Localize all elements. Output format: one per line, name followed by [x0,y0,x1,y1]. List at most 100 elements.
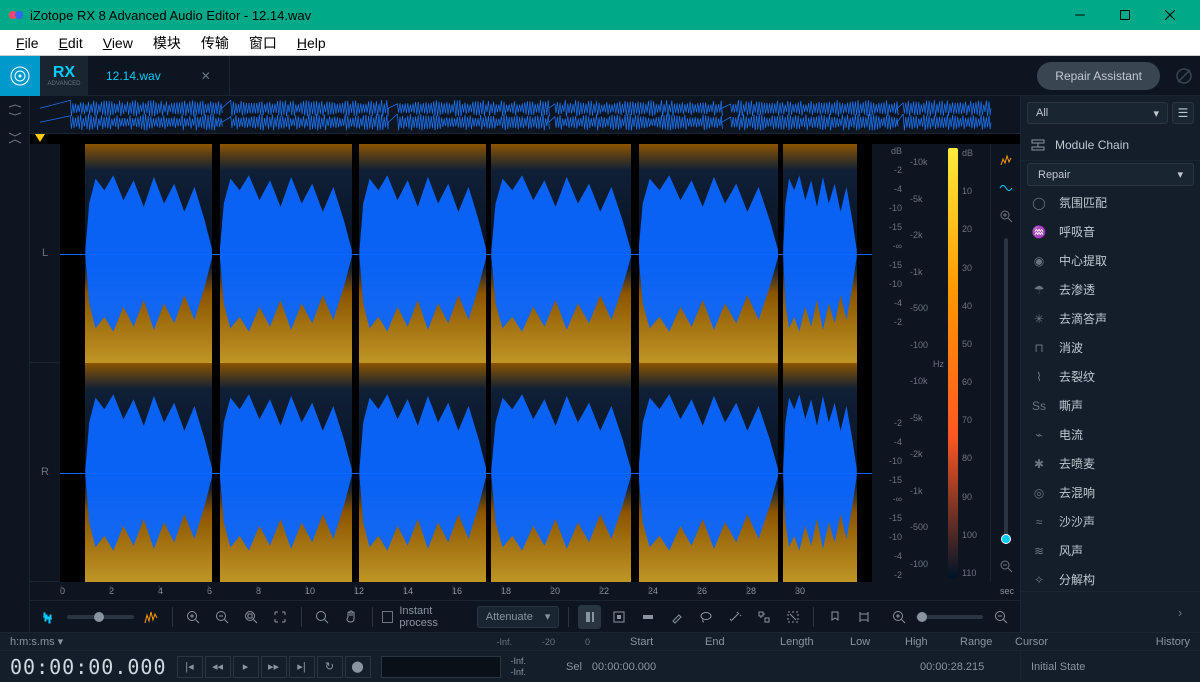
module-more-row: › [1021,591,1200,632]
instant-process-checkbox[interactable] [382,611,394,623]
module-item[interactable]: ♒ 呼吸音 [1021,217,1200,246]
zoom-fit-icon[interactable] [269,605,292,629]
colorbar [948,148,958,578]
find-similar-icon[interactable] [752,605,775,629]
chevron-right-icon[interactable]: › [1168,600,1192,624]
module-item[interactable]: ≋风声 [1021,536,1200,565]
hand-tool-icon[interactable] [340,605,363,629]
zoom-out-icon[interactable] [211,605,234,629]
module-icon: ⌁ [1031,427,1047,443]
sel-start-value: 00:00:00.000 [592,661,682,673]
spectrogram-canvas[interactable] [60,144,872,582]
menu-help[interactable]: Help [287,33,336,53]
maximize-button[interactable] [1102,0,1147,30]
marker-icon[interactable] [823,605,846,629]
marker-row[interactable] [30,134,1020,144]
module-label: 嘶声 [1059,397,1083,414]
forward-button[interactable]: ▸▸ [261,656,287,678]
zoom-tool-icon[interactable] [311,605,334,629]
module-item[interactable]: ☂去渗透 [1021,275,1200,304]
wave-mode-icon[interactable] [996,178,1016,198]
menu-传输[interactable]: 传输 [191,31,239,55]
channel-label-r[interactable]: R [30,363,60,582]
record-button[interactable]: ⬤ [345,656,371,678]
chevron-down-icon: ▾ [1153,107,1159,120]
module-item[interactable]: ✧分解构 [1021,565,1200,591]
module-icon: Ss [1031,398,1047,414]
repair-assistant-button[interactable]: Repair Assistant [1037,62,1160,90]
brush-tool-icon[interactable] [665,605,688,629]
left-gutter [0,96,30,632]
module-item[interactable]: Ss 嘶声 [1021,391,1200,420]
zoom-selection-icon[interactable] [240,605,263,629]
vertical-zoom-slider[interactable] [1004,238,1008,544]
forward-end-button[interactable]: ▸| [289,656,315,678]
meter-readout-right: -Inf. [511,667,527,677]
module-icon: ☂ [1031,282,1047,298]
spectrogram-view-icon[interactable] [140,605,163,629]
deselect-icon[interactable] [781,605,804,629]
file-tab[interactable]: 12.14.wav ✕ [88,56,230,96]
time-format-dropdown[interactable]: h:m:s.ms ▾ [10,635,63,648]
toolbar: Instant process Attenuate ▾ [30,600,1020,632]
overview-waveform[interactable] [30,96,1020,134]
module-item[interactable]: ⌁电流 [1021,420,1200,449]
module-label: 呼吸音 [1059,223,1095,240]
waveform-view-icon[interactable] [38,605,61,629]
spectro-mode-icon[interactable] [996,150,1016,170]
menu-view[interactable]: View [93,33,143,53]
tf-select-tool-icon[interactable] [607,605,630,629]
play-button[interactable]: ▸ [233,656,259,678]
module-item[interactable]: ✱去喷麦 [1021,449,1200,478]
module-menu-icon[interactable]: ☰ [1172,102,1194,124]
rewind-button[interactable]: ◂◂ [205,656,231,678]
level-meter [381,656,501,678]
channel-labels: LR [30,144,60,582]
playhead-marker-icon[interactable] [35,134,45,142]
region-icon[interactable] [852,605,875,629]
time-ruler[interactable]: 024681012141618202224262830sec [30,582,1020,600]
spectrogram-area: LR dB-2-4-10-15-∞-15-10-4-2-2-4-10-15-∞-… [30,144,1020,582]
view-blend-slider[interactable] [67,615,134,619]
module-filter-dropdown[interactable]: All ▾ [1027,102,1168,124]
minimize-button[interactable] [1057,0,1102,30]
zoom-in-vert-icon[interactable] [996,206,1016,226]
history-panel: Initial State [1020,651,1190,682]
lasso-tool-icon[interactable] [694,605,717,629]
module-item[interactable]: ⊓消波 [1021,333,1200,362]
assistant-off-icon[interactable] [1168,66,1200,86]
menu-file[interactable]: File [6,33,49,53]
zoom-out-h-icon[interactable] [989,605,1012,629]
chevron-down-icon: ▾ [1177,168,1183,181]
history-initial-state[interactable]: Initial State [1031,661,1180,673]
zoom-out-vert-icon[interactable] [996,556,1016,576]
module-item[interactable]: ◉中心提取 [1021,246,1200,275]
module-item[interactable]: ✳去滴答声 [1021,304,1200,333]
zoom-h-slider[interactable] [916,615,983,619]
channel-link-icon[interactable] [0,96,29,124]
module-icon: ♒ [1031,224,1047,240]
freq-select-tool-icon[interactable] [636,605,659,629]
process-mode-dropdown[interactable]: Attenuate ▾ [477,606,560,628]
time-select-tool-icon[interactable] [578,605,601,629]
zoom-in-icon[interactable] [182,605,205,629]
module-category-dropdown[interactable]: Repair ▾ [1027,163,1194,186]
module-chain-header[interactable]: Module Chain [1021,130,1200,161]
module-item[interactable]: ≈沙沙声 [1021,507,1200,536]
module-icon: ✱ [1031,456,1047,472]
menu-模块[interactable]: 模块 [143,31,191,55]
channel-collapse-icon[interactable] [0,124,29,152]
module-item[interactable]: ◯氛围匹配 [1021,188,1200,217]
module-item[interactable]: ◎去混响 [1021,478,1200,507]
module-item[interactable]: ⌇去裂纹 [1021,362,1200,391]
menu-窗口[interactable]: 窗口 [239,31,287,55]
menu-edit[interactable]: Edit [49,33,93,53]
zoom-in-h-icon[interactable] [887,605,910,629]
wand-tool-icon[interactable] [723,605,746,629]
module-icon: ⊓ [1031,340,1047,356]
close-tab-icon[interactable]: ✕ [201,69,211,83]
rewind-start-button[interactable]: |◂ [177,656,203,678]
loop-button[interactable]: ↻ [317,656,343,678]
close-button[interactable] [1147,0,1192,30]
channel-label-l[interactable]: L [30,144,60,363]
